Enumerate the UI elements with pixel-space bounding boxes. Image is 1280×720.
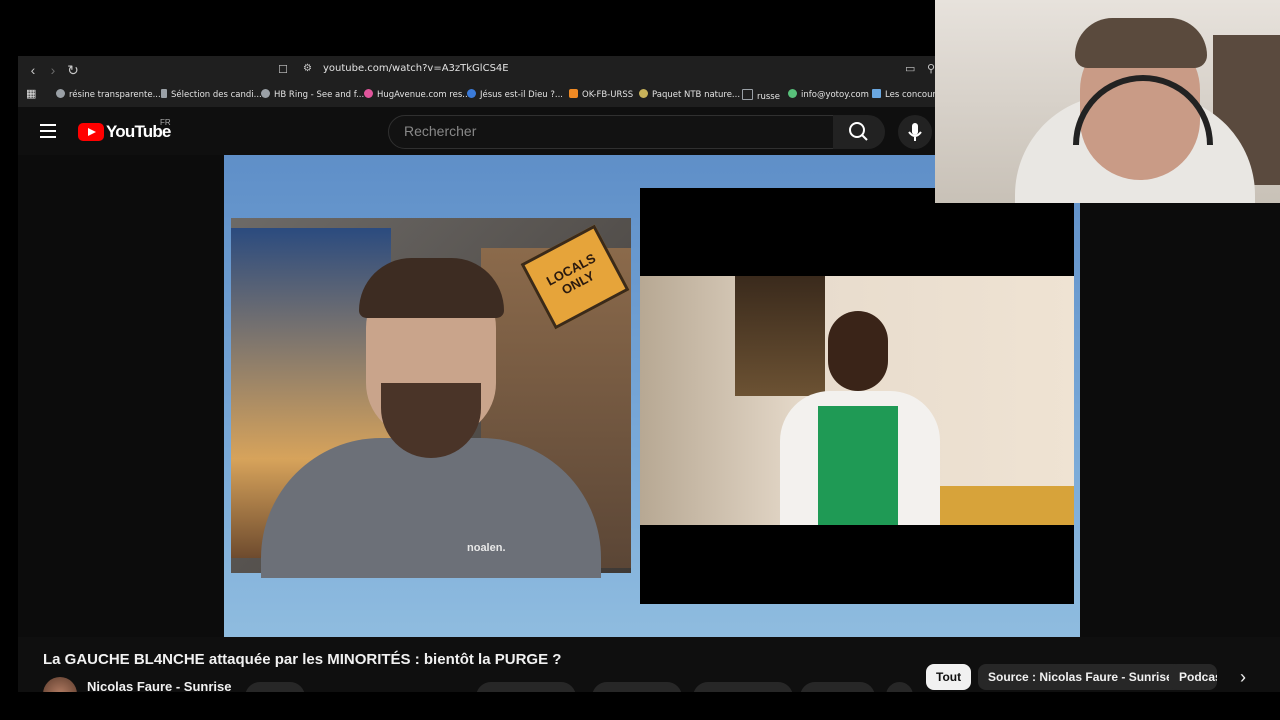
heart-icon bbox=[364, 89, 373, 98]
bookmark-item[interactable]: Paquet NTB nature... bbox=[639, 89, 740, 100]
search-box bbox=[388, 115, 835, 149]
guest-room bbox=[640, 276, 1074, 525]
webcam-overlay bbox=[935, 0, 1280, 203]
bookmark-item[interactable]: résine transparente... bbox=[56, 89, 161, 100]
globe-icon bbox=[56, 89, 65, 98]
screen-bottom bbox=[0, 692, 1280, 720]
webcam-hair bbox=[1075, 18, 1207, 68]
bookmark-icon[interactable]: ☐ bbox=[274, 61, 292, 79]
chevron-right-icon[interactable]: › bbox=[1230, 664, 1256, 690]
chip-source[interactable]: Source : Nicolas Faure - Sunrise bbox=[978, 664, 1183, 690]
menu-icon[interactable] bbox=[40, 124, 56, 138]
bookmark-item[interactable]: OK-FB-URSS bbox=[569, 89, 633, 100]
reload-icon[interactable]: ↻ bbox=[64, 61, 82, 79]
forward-icon[interactable]: › bbox=[44, 61, 62, 79]
bookmark-item[interactable]: Les concours bbox=[872, 89, 935, 100]
chip-all[interactable]: Tout bbox=[926, 664, 972, 690]
folder-icon bbox=[742, 89, 753, 100]
guest-face bbox=[828, 311, 888, 391]
page-icon bbox=[161, 89, 167, 98]
bookmark-item[interactable]: info@yotoy.com bbox=[788, 89, 869, 100]
guest-video-frame bbox=[640, 188, 1074, 604]
guest-top bbox=[818, 406, 898, 525]
search-button[interactable] bbox=[833, 115, 885, 149]
bookmark-item[interactable]: HB Ring - See and f... bbox=[261, 89, 364, 100]
host-shirt bbox=[261, 438, 601, 578]
browser-toolbar: ‹ › ↻ ☐ ⚙ youtube.com/watch?v=A3zTkGlCS4… bbox=[18, 56, 953, 85]
square-icon bbox=[569, 89, 578, 98]
host-camera-frame: LOCALS ONLY noalen. bbox=[231, 218, 631, 578]
url-text: youtube.com/watch?v=A3zTkGlCS4E bbox=[323, 63, 509, 74]
bookmark-item[interactable]: Jésus est-il Dieu ?... bbox=[467, 89, 563, 100]
host-hair bbox=[359, 258, 504, 318]
bookmark-item[interactable]: HugAvenue.com res... bbox=[364, 89, 470, 100]
apps-icon[interactable]: ▦ bbox=[26, 87, 36, 100]
video-title: La GAUCHE BL4NCHE attaquée par les MINOR… bbox=[43, 651, 562, 668]
cast-icon[interactable]: ▭ bbox=[905, 62, 915, 75]
shirt-print: noalen. bbox=[467, 542, 506, 554]
search-input[interactable] bbox=[402, 122, 826, 140]
youtube-header: YouTube FR bbox=[18, 107, 935, 155]
youtube-play-icon bbox=[78, 123, 104, 141]
country-code: FR bbox=[160, 118, 171, 127]
list-icon bbox=[872, 89, 881, 98]
search-icon bbox=[849, 122, 868, 141]
microphone-icon bbox=[908, 123, 922, 141]
plant-icon bbox=[639, 89, 648, 98]
youtube-logo[interactable]: YouTube FR bbox=[78, 118, 171, 142]
globe-icon bbox=[261, 89, 270, 98]
video-info: La GAUCHE BL4NCHE attaquée par les MINOR… bbox=[18, 637, 1280, 712]
bookmarks-bar: ▦ résine transparente... Sélection des c… bbox=[18, 85, 935, 107]
bookmark-item[interactable]: Sélection des candi... bbox=[161, 89, 262, 100]
video-player[interactable]: LOCALS ONLY noalen. bbox=[224, 155, 1080, 637]
site-info-icon[interactable]: ⚙ bbox=[303, 63, 312, 74]
guest-couch bbox=[930, 486, 1074, 525]
circle-icon bbox=[467, 89, 476, 98]
bookmark-item[interactable]: russe bbox=[742, 89, 780, 102]
chip-podcasts[interactable]: Podcas bbox=[1169, 664, 1217, 690]
zoom-icon[interactable]: ⚲ bbox=[927, 62, 935, 75]
guest-bookcase bbox=[735, 276, 825, 396]
address-bar[interactable]: ⚙ youtube.com/watch?v=A3zTkGlCS4E ▭ ⚲ bbox=[293, 59, 953, 82]
back-icon[interactable]: ‹ bbox=[24, 61, 42, 79]
leaf-icon bbox=[788, 89, 797, 98]
voice-search-button[interactable] bbox=[898, 115, 932, 149]
